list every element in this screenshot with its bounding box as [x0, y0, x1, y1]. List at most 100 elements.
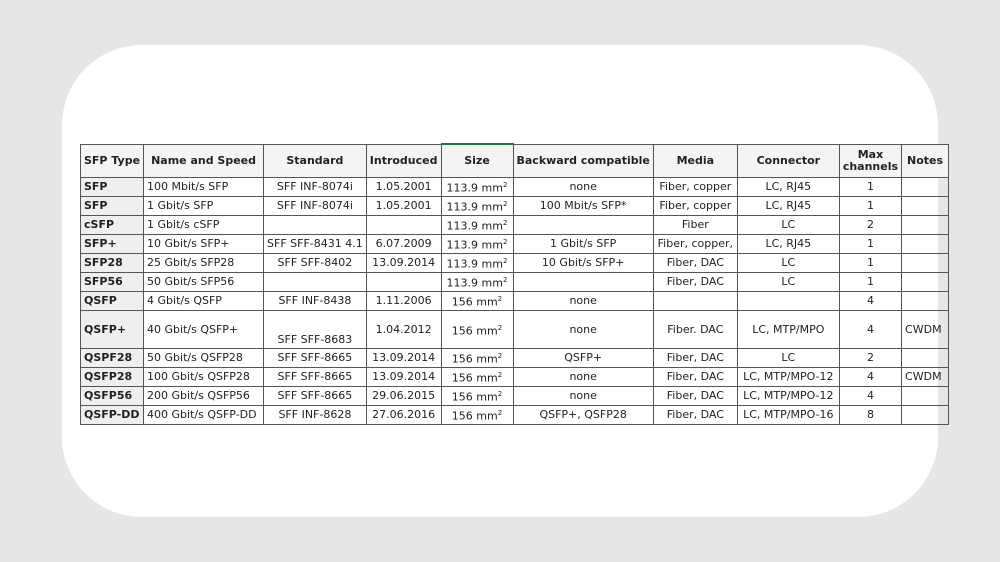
table-cell[interactable]: QSPF28 — [79, 348, 145, 368]
table-cell[interactable]: none — [512, 367, 654, 387]
table-cell[interactable]: none — [512, 386, 654, 406]
table-cell[interactable]: SFP+ — [79, 234, 145, 254]
table-cell[interactable] — [901, 348, 950, 368]
table-cell[interactable]: 156 mm2 — [440, 310, 514, 349]
table-cell[interactable] — [365, 215, 442, 235]
table-cell[interactable]: 1 — [838, 253, 903, 273]
table-cell[interactable] — [901, 291, 950, 311]
table-cell[interactable]: SFF INF-8074i — [263, 177, 367, 197]
table-cell[interactable]: SFP — [79, 177, 145, 197]
table-cell[interactable]: QSFP+ — [79, 310, 145, 349]
column-header[interactable]: Introduced — [365, 143, 442, 178]
table-cell[interactable]: Fiber, DAC — [652, 367, 738, 387]
column-header[interactable]: Name and Speed — [143, 143, 265, 178]
table-cell[interactable]: 113.9 mm2 — [440, 177, 514, 197]
table-cell[interactable]: 156 mm2 — [440, 348, 514, 368]
table-cell[interactable]: 113.9 mm2 — [440, 272, 514, 292]
table-cell[interactable]: 13.09.2014 — [365, 367, 442, 387]
table-cell[interactable]: 400 Gbit/s QSFP-DD — [143, 405, 265, 425]
table-cell[interactable]: SFP28 — [79, 253, 145, 273]
table-cell[interactable]: 2 — [838, 215, 903, 235]
table-cell[interactable]: 1 — [838, 177, 903, 197]
column-header[interactable]: SFP Type — [79, 143, 145, 178]
table-cell[interactable]: 113.9 mm2 — [440, 253, 514, 273]
table-cell[interactable]: 1 — [838, 272, 903, 292]
table-cell[interactable]: 1 Gbit/s cSFP — [143, 215, 265, 235]
table-cell[interactable]: LC — [736, 348, 840, 368]
table-cell[interactable]: Fiber, copper — [652, 196, 738, 216]
table-cell[interactable]: SFF SFF-8665 — [263, 348, 367, 368]
table-cell[interactable] — [901, 253, 950, 273]
table-cell[interactable]: 100 Gbit/s QSFP28 — [143, 367, 265, 387]
table-cell[interactable] — [652, 291, 738, 311]
table-cell[interactable]: 4 — [838, 386, 903, 406]
table-cell[interactable]: 10 Gbit/s SFP+ — [143, 234, 265, 254]
table-cell[interactable] — [736, 291, 840, 311]
table-cell[interactable] — [512, 215, 654, 235]
table-cell[interactable]: 25 Gbit/s SFP28 — [143, 253, 265, 273]
table-cell[interactable]: 200 Gbit/s QSFP56 — [143, 386, 265, 406]
table-cell[interactable]: 2 — [838, 348, 903, 368]
table-cell[interactable]: LC, MTP/MPO-12 — [736, 386, 840, 406]
table-cell[interactable]: Fiber. DAC — [652, 310, 738, 349]
table-cell[interactable]: Fiber, copper, — [652, 234, 738, 254]
table-cell[interactable]: 8 — [838, 405, 903, 425]
table-cell[interactable]: SFF SFF-8431 4.1 — [263, 234, 367, 254]
table-cell[interactable]: SFF INF-8438 — [263, 291, 367, 311]
table-cell[interactable]: 1.04.2012 — [365, 310, 442, 349]
table-cell[interactable]: QSFP28 — [79, 367, 145, 387]
column-header[interactable]: Connector — [736, 143, 840, 178]
table-cell[interactable]: none — [512, 291, 654, 311]
table-cell[interactable] — [901, 386, 950, 406]
table-cell[interactable]: LC, MTP/MPO-16 — [736, 405, 840, 425]
table-cell[interactable]: 113.9 mm2 — [440, 215, 514, 235]
table-cell[interactable]: none — [512, 177, 654, 197]
table-cell[interactable]: 156 mm2 — [440, 291, 514, 311]
table-cell[interactable]: QSFP-DD — [79, 405, 145, 425]
table-cell[interactable]: Fiber, DAC — [652, 386, 738, 406]
table-cell[interactable]: 13.09.2014 — [365, 348, 442, 368]
column-header[interactable]: Standard — [263, 143, 367, 178]
table-cell[interactable]: SFP56 — [79, 272, 145, 292]
table-cell[interactable]: QSFP+, QSFP28 — [512, 405, 654, 425]
column-header[interactable]: Backward compatible — [512, 143, 654, 178]
table-cell[interactable]: 1 — [838, 234, 903, 254]
table-cell[interactable]: 100 Mbit/s SFP — [143, 177, 265, 197]
table-cell[interactable]: CWDM — [901, 310, 950, 349]
table-cell[interactable] — [263, 215, 367, 235]
table-cell[interactable]: 1.05.2001 — [365, 177, 442, 197]
table-cell[interactable]: QSFP — [79, 291, 145, 311]
table-cell[interactable]: 1 Gbit/s SFP — [143, 196, 265, 216]
table-cell[interactable]: Fiber, copper — [652, 177, 738, 197]
table-cell[interactable]: 27.06.2016 — [365, 405, 442, 425]
table-cell[interactable]: 50 Gbit/s QSFP28 — [143, 348, 265, 368]
table-cell[interactable]: LC — [736, 272, 840, 292]
table-cell[interactable]: Fiber, DAC — [652, 272, 738, 292]
table-cell[interactable]: LC, MTP/MPO-12 — [736, 367, 840, 387]
table-cell[interactable] — [901, 196, 950, 216]
table-cell[interactable]: 4 — [838, 310, 903, 349]
table-cell[interactable]: 1 Gbit/s SFP — [512, 234, 654, 254]
table-cell[interactable]: 40 Gbit/s QSFP+ — [143, 310, 265, 349]
table-cell[interactable] — [901, 272, 950, 292]
table-cell[interactable]: Fiber, DAC — [652, 405, 738, 425]
table-cell[interactable]: 13.09.2014 — [365, 253, 442, 273]
table-cell[interactable]: QSFP+ — [512, 348, 654, 368]
table-cell[interactable]: 156 mm2 — [440, 405, 514, 425]
table-cell[interactable] — [512, 272, 654, 292]
table-cell[interactable]: SFF INF-8628 — [263, 405, 367, 425]
table-cell[interactable]: 156 mm2 — [440, 386, 514, 406]
table-cell[interactable]: 10 Gbit/s SFP+ — [512, 253, 654, 273]
table-cell[interactable]: 50 Gbit/s SFP56 — [143, 272, 265, 292]
table-cell[interactable]: 4 Gbit/s QSFP — [143, 291, 265, 311]
table-cell[interactable]: CWDM — [901, 367, 950, 387]
table-cell[interactable]: 156 mm2 — [440, 367, 514, 387]
table-cell[interactable]: SFP — [79, 196, 145, 216]
table-cell[interactable]: SFF SFF-8402 — [263, 253, 367, 273]
table-cell[interactable]: 1.11.2006 — [365, 291, 442, 311]
table-cell[interactable] — [901, 405, 950, 425]
table-cell[interactable]: LC — [736, 253, 840, 273]
table-cell[interactable]: 6.07.2009 — [365, 234, 442, 254]
column-header[interactable]: Media — [652, 143, 738, 178]
column-header[interactable]: Size — [440, 143, 514, 178]
